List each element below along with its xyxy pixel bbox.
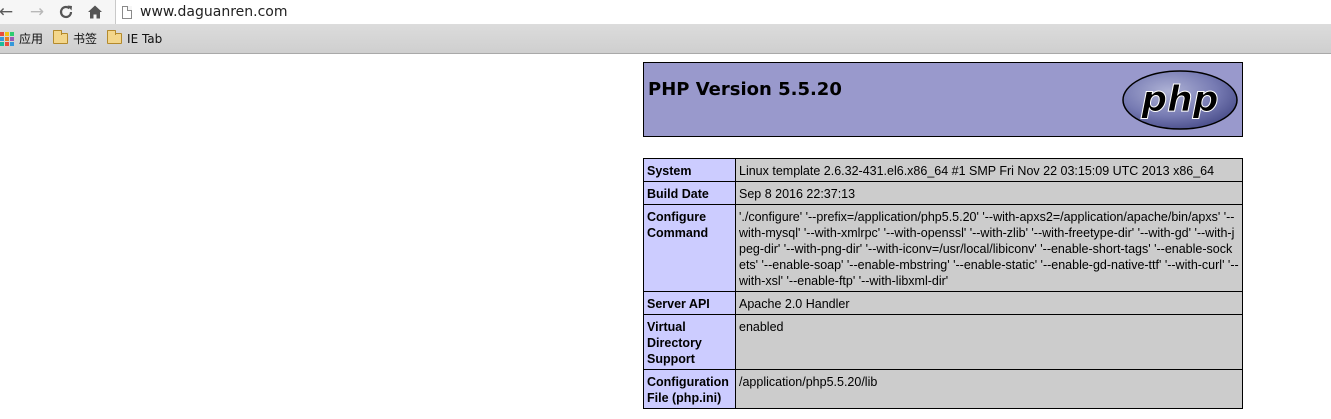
reload-icon-svg xyxy=(59,5,73,19)
page-title: PHP Version 5.5.20 xyxy=(648,79,842,100)
apps-icon xyxy=(0,31,14,46)
phpinfo-table: System Linux template 2.6.32-431.el6.x86_… xyxy=(643,158,1243,409)
forward-icon[interactable]: → xyxy=(26,2,48,22)
row-key: System xyxy=(643,158,736,182)
row-key: Configure Command xyxy=(643,204,736,292)
php-logo-icon[interactable]: php xyxy=(1121,69,1239,131)
home-icon-svg xyxy=(88,5,102,19)
table-row: Server API Apache 2.0 Handler xyxy=(643,291,1243,315)
bookmark-folder-ie-tab[interactable]: IE Tab xyxy=(102,28,167,50)
row-key: Virtual Directory Support xyxy=(643,314,736,370)
row-key: Build Date xyxy=(643,181,736,205)
bookmark-label: 应用 xyxy=(19,32,44,46)
bookmark-label: 书签 xyxy=(73,32,98,46)
row-key: Server API xyxy=(643,291,736,315)
folder-icon xyxy=(53,30,69,44)
bookmarks-bar: 应用 书签 IE Tab xyxy=(0,24,1331,54)
table-row: Configuration File (php.ini)/application… xyxy=(643,369,1243,409)
table-row: Virtual Directory Support enabled xyxy=(643,314,1243,370)
url-text[interactable]: www.daguanren.com xyxy=(140,4,287,20)
browser-toolbar: ← → www.daguanren.com xyxy=(0,0,1331,24)
page-icon xyxy=(122,5,132,19)
bookmark-label: IE Tab xyxy=(127,31,163,46)
row-value: Apache 2.0 Handler xyxy=(735,291,1243,315)
phpinfo-header: PHP Version 5.5.20 php xyxy=(643,62,1243,137)
row-value: enabled xyxy=(735,314,1243,370)
table-row: System Linux template 2.6.32-431.el6.x86_… xyxy=(643,158,1243,182)
folder-icon xyxy=(107,30,123,44)
address-bar[interactable]: www.daguanren.com xyxy=(115,0,1331,24)
back-icon[interactable]: ← xyxy=(0,2,17,22)
reload-icon[interactable] xyxy=(55,2,77,22)
table-row: Configure Command './configure' '--prefix… xyxy=(643,204,1243,292)
bookmark-apps[interactable]: 应用 xyxy=(0,28,48,50)
bookmark-folder-bookmarks[interactable]: 书签 xyxy=(48,28,102,50)
row-value: /application/php5.5.20/lib xyxy=(735,369,1243,409)
row-value: Sep 8 2016 22:37:13 xyxy=(735,181,1243,205)
table-row: Build Date Sep 8 2016 22:37:13 xyxy=(643,181,1243,205)
php-logo-text: php xyxy=(1140,79,1218,120)
row-value: './configure' '--prefix=/application/php… xyxy=(735,204,1243,292)
row-value: Linux template 2.6.32-431.el6.x86_64 #1 … xyxy=(735,158,1243,182)
home-icon[interactable] xyxy=(84,2,106,22)
row-key: Configuration File (php.ini) xyxy=(643,369,736,409)
